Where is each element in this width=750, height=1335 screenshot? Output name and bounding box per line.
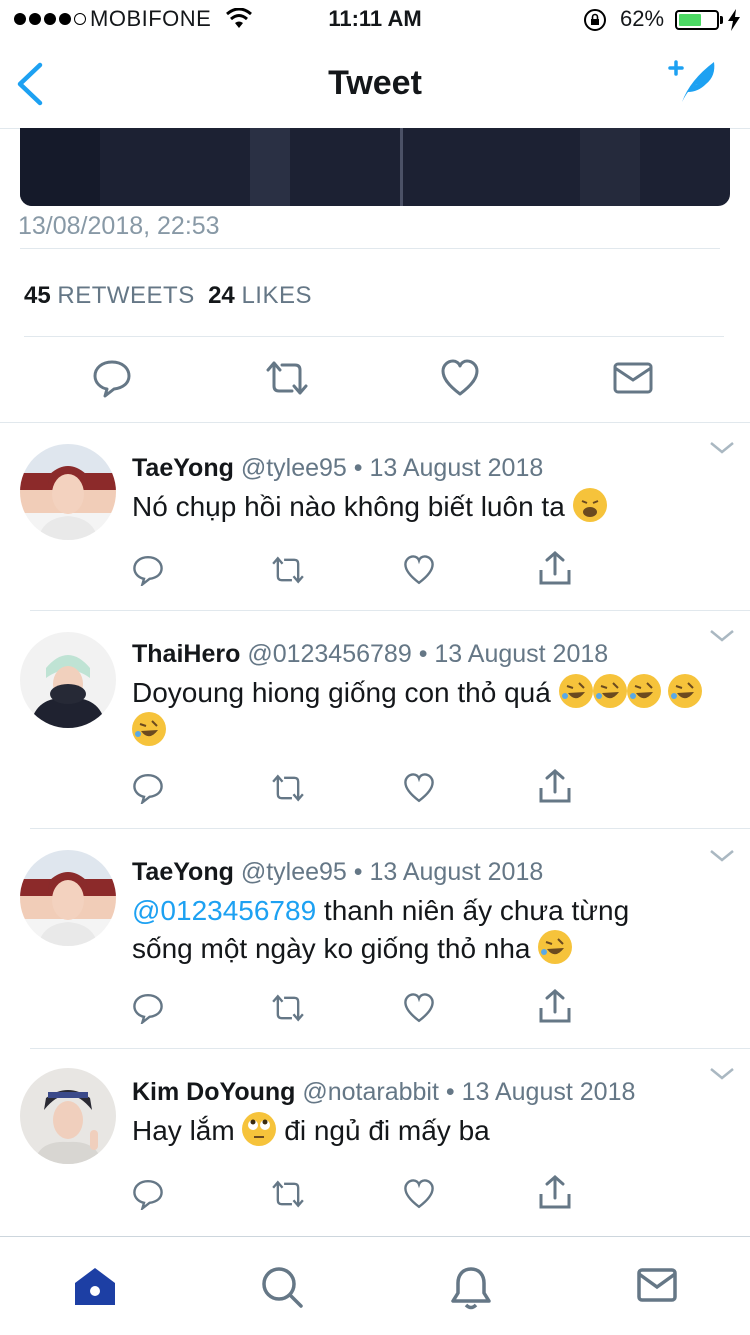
- chevron-down-icon[interactable]: [708, 628, 736, 644]
- page-title: Tweet: [328, 64, 422, 102]
- likes-label[interactable]: LIKES: [241, 282, 312, 309]
- reply-author-name[interactable]: TaeYong: [132, 858, 234, 886]
- reply-text-body: Hay lắm: [132, 1115, 235, 1146]
- rofl-emoji: [592, 674, 627, 708]
- like-icon[interactable]: [403, 554, 435, 586]
- messages-icon[interactable]: [636, 1265, 678, 1305]
- reply-text: Hay lắm đi ngủ đi mấy ba: [132, 1112, 732, 1150]
- like-icon[interactable]: [403, 1178, 435, 1210]
- reply-text-body: Doyoung hiong giống con thỏ quá: [132, 677, 551, 708]
- reply-author-handle[interactable]: @tylee95: [241, 454, 347, 482]
- retweet-icon[interactable]: [270, 772, 306, 804]
- home-icon[interactable]: [72, 1265, 118, 1307]
- rofl-emoji: [538, 930, 573, 964]
- reply-item[interactable]: TaeYong @tylee95 • 13 August 2018 @01234…: [0, 828, 750, 1048]
- rofl-emoji: [668, 674, 703, 708]
- divider: [20, 248, 720, 249]
- reply-author-handle[interactable]: @tylee95: [241, 858, 347, 886]
- share-icon[interactable]: [538, 550, 572, 586]
- reply-item[interactable]: Kim DoYoung @notarabbit • 13 August 2018…: [0, 1048, 750, 1236]
- nav-bar: Tweet: [0, 40, 750, 129]
- reply-text: Nó chụp hồi nào không biết luôn ta: [132, 488, 732, 526]
- reply-icon[interactable]: [132, 772, 164, 804]
- avatar[interactable]: [20, 632, 116, 728]
- weary-face-emoji: [572, 488, 607, 522]
- reply-icon[interactable]: [132, 554, 164, 586]
- reply-icon[interactable]: [132, 1178, 164, 1210]
- reply-text-body: đi ngủ đi mấy ba: [276, 1115, 490, 1146]
- reply-separator: •: [353, 454, 363, 482]
- battery-tip: [720, 16, 723, 24]
- chevron-down-icon[interactable]: [708, 1066, 736, 1082]
- rofl-emoji: [132, 712, 166, 746]
- rofl-emoji: [558, 674, 593, 708]
- tweet-timestamp: 13/08/2018, 22:53: [18, 212, 220, 240]
- retweet-icon[interactable]: [270, 1178, 306, 1210]
- share-icon[interactable]: [538, 988, 572, 1024]
- avatar[interactable]: [20, 444, 116, 540]
- reply-author-name[interactable]: ThaiHero: [132, 640, 240, 668]
- tab-bar: [0, 1236, 750, 1335]
- reply-date: 13 August 2018: [369, 454, 544, 482]
- tweet-stats: 45 RETWEETS 24 LIKES: [24, 282, 312, 310]
- like-icon[interactable]: [403, 772, 435, 804]
- reply-text-line: sống một ngày ko giống thỏ nha: [132, 933, 531, 964]
- reply-author-name[interactable]: TaeYong: [132, 454, 234, 482]
- tweet-actions: [0, 340, 750, 420]
- reply-separator: •: [445, 1078, 455, 1106]
- reply-text-body: Nó chụp hồi nào không biết luôn ta: [132, 491, 565, 522]
- retweet-icon[interactable]: [264, 358, 310, 398]
- reply-header: ThaiHero @0123456789 • 13 August 2018: [132, 640, 608, 669]
- like-icon[interactable]: [403, 992, 435, 1024]
- rofl-emoji: [626, 674, 661, 708]
- eye-roll-emoji: [242, 1112, 277, 1146]
- search-icon[interactable]: [260, 1265, 304, 1309]
- reply-separator: •: [353, 858, 363, 886]
- reply-author-name[interactable]: Kim DoYoung: [132, 1078, 295, 1106]
- reply-header: Kim DoYoung @notarabbit • 13 August 2018: [132, 1078, 635, 1107]
- share-icon[interactable]: [538, 768, 572, 804]
- retweets-label[interactable]: RETWEETS: [57, 282, 194, 309]
- chevron-down-icon[interactable]: [708, 848, 736, 864]
- reply-header: TaeYong @tylee95 • 13 August 2018: [132, 858, 543, 887]
- reply-header: TaeYong @tylee95 • 13 August 2018: [132, 454, 543, 483]
- notifications-icon[interactable]: [450, 1265, 492, 1311]
- reply-date: 13 August 2018: [369, 858, 544, 886]
- reply-author-handle[interactable]: @notarabbit: [302, 1078, 439, 1106]
- reply-item[interactable]: TaeYong @tylee95 • 13 August 2018 Nó chụ…: [0, 422, 750, 610]
- charging-bolt-icon: [728, 9, 740, 31]
- divider: [24, 336, 724, 337]
- message-icon[interactable]: [612, 358, 654, 398]
- share-icon[interactable]: [538, 1174, 572, 1210]
- status-bar: MOBIFONE 11:11 AM 62%: [0, 0, 750, 40]
- reply-text-line: thanh niên ấy chưa từng: [316, 895, 630, 926]
- compose-tweet-icon[interactable]: [668, 58, 720, 106]
- avatar[interactable]: [20, 850, 116, 946]
- battery-icon: [675, 10, 719, 30]
- reply-text: Doyoung hiong giống con thỏ quá: [132, 674, 732, 750]
- reply-author-handle[interactable]: @0123456789: [247, 640, 411, 668]
- reply-icon[interactable]: [132, 992, 164, 1024]
- like-icon[interactable]: [440, 358, 480, 398]
- retweets-count[interactable]: 45: [24, 282, 51, 309]
- reply-text: @0123456789 thanh niên ấy chưa từng sống…: [132, 892, 732, 968]
- reply-separator: •: [418, 640, 428, 668]
- reply-icon[interactable]: [92, 358, 132, 398]
- retweet-icon[interactable]: [270, 554, 306, 586]
- orientation-lock-icon: [584, 9, 606, 31]
- mention-link[interactable]: @0123456789: [132, 895, 316, 926]
- retweet-icon[interactable]: [270, 992, 306, 1024]
- reply-item[interactable]: ThaiHero @0123456789 • 13 August 2018 Do…: [0, 610, 750, 828]
- battery-percent: 62%: [620, 6, 665, 31]
- reply-date: 13 August 2018: [434, 640, 609, 668]
- likes-count[interactable]: 24: [208, 282, 235, 309]
- avatar[interactable]: [20, 1068, 116, 1164]
- chevron-down-icon[interactable]: [708, 440, 736, 456]
- reply-date: 13 August 2018: [461, 1078, 636, 1106]
- tweet-image[interactable]: [20, 128, 730, 206]
